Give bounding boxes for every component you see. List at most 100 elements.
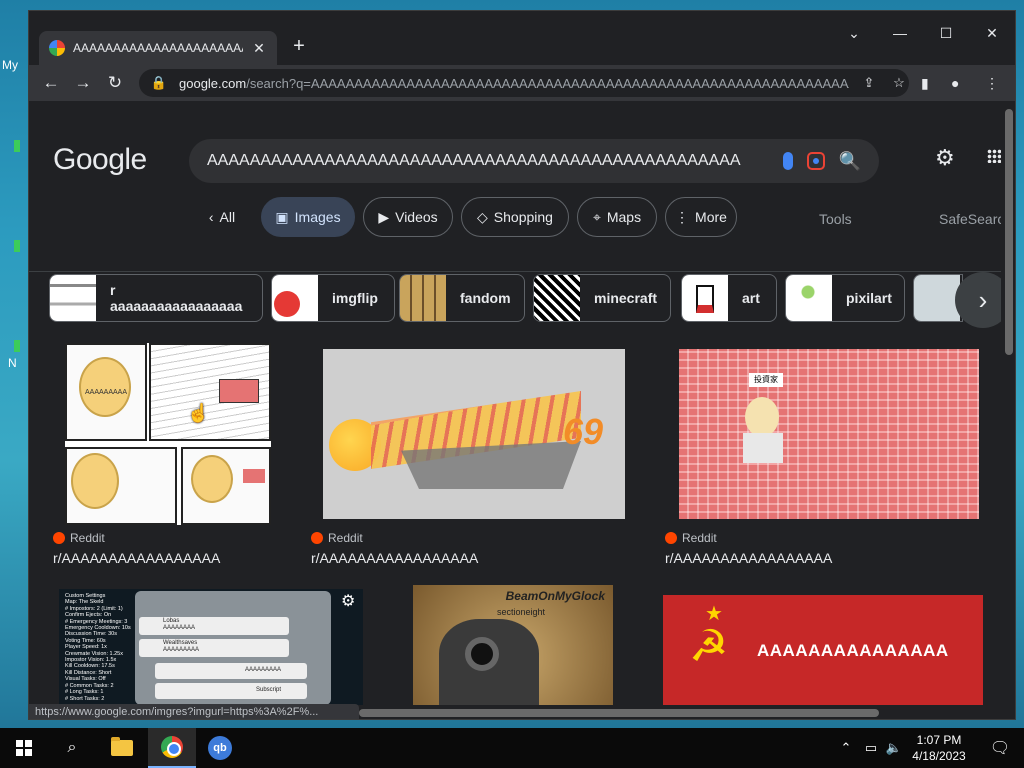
search-input[interactable]: AAAAAAAAAAAAAAAAAAAAAAAAAAAAAAAAAAAAAAAA… bbox=[207, 152, 769, 170]
qbittorrent-taskbar-button[interactable]: qb bbox=[198, 728, 242, 768]
chat-message: Subscript bbox=[255, 687, 281, 693]
title-bar: AAAAAAAAAAAAAAAAAAAAAAAAAAAA ✕ + ⌄ — ☐ ✕ bbox=[29, 11, 1015, 69]
side-panel-icon[interactable]: ▮ bbox=[921, 65, 929, 101]
tab-label: Images bbox=[294, 209, 341, 225]
suggestion-label: art bbox=[742, 290, 760, 306]
tab-images[interactable]: ▣ Images bbox=[261, 197, 355, 237]
google-apps-icon[interactable] bbox=[987, 149, 1001, 163]
new-tab-button[interactable]: + bbox=[287, 35, 311, 58]
suggestion-label: r aaaaaaaaaaaaaaaaa bbox=[110, 282, 243, 314]
reload-button[interactable]: ↻ bbox=[99, 67, 131, 99]
result-image[interactable]: AAAAAAAAA bbox=[65, 343, 271, 525]
result-title[interactable]: r/AAAAAAAAAAAAAAAAA bbox=[311, 550, 478, 566]
google-logo[interactable]: Google bbox=[53, 143, 147, 177]
hammer-sickle-icon: ☭ bbox=[689, 622, 729, 671]
vertical-scrollbar[interactable] bbox=[1001, 101, 1015, 705]
share-icon[interactable]: ⇪ bbox=[859, 75, 879, 91]
result-image[interactable]: BeamOnMyGlock sectioneight bbox=[413, 585, 613, 705]
tab-all[interactable]: ‹ All bbox=[197, 197, 247, 237]
address-bar[interactable]: 🔒 google.com/search?q=AAAAAAAAAAAAAAAAAA… bbox=[139, 69, 909, 97]
suggestion-chip[interactable]: art bbox=[681, 274, 777, 322]
game-settings-text: Custom Settings Map: The Skeld # Impostors… bbox=[65, 593, 145, 702]
result-image[interactable]: Custom Settings Map: The Skeld # Impostors… bbox=[59, 589, 363, 705]
scrollbar-thumb[interactable] bbox=[1005, 109, 1013, 355]
bookmark-star-icon[interactable]: ☆ bbox=[889, 75, 909, 91]
suggestion-label: pixilart bbox=[846, 290, 892, 306]
browser-tab[interactable]: AAAAAAAAAAAAAAAAAAAAAAAAAAAA ✕ bbox=[39, 31, 277, 65]
suggestion-chip[interactable]: r aaaaaaaaaaaaaaaaa bbox=[49, 274, 263, 322]
desktop-icon bbox=[14, 340, 20, 352]
desktop-icon bbox=[14, 240, 20, 252]
tab-videos[interactable]: ▶ Videos bbox=[363, 197, 453, 237]
system-clock[interactable]: 1:07 PM 4/18/2023 bbox=[904, 732, 974, 764]
suggestion-chip[interactable]: pixilart bbox=[785, 274, 905, 322]
search-icon[interactable]: ⌕ bbox=[50, 728, 94, 768]
back-button[interactable]: ← bbox=[35, 67, 67, 99]
tab-search-icon[interactable]: ⌄ bbox=[839, 25, 869, 42]
tab-label: Maps bbox=[606, 209, 642, 225]
result-source[interactable]: Reddit bbox=[311, 531, 363, 545]
balloon-text: AAAAAAAAA bbox=[85, 389, 128, 396]
forward-button[interactable]: → bbox=[67, 67, 99, 99]
lock-icon[interactable]: 🔒 bbox=[149, 75, 169, 91]
chat-message: AAAAAAAAA bbox=[163, 647, 200, 653]
close-window-button[interactable]: ✕ bbox=[977, 25, 1007, 42]
suggestion-thumbnail bbox=[272, 275, 318, 321]
reddit-icon bbox=[665, 532, 677, 544]
tab-label: Shopping bbox=[493, 209, 553, 225]
suggestion-thumbnail bbox=[534, 275, 580, 321]
safesearch-button[interactable]: SafeSearch bbox=[939, 211, 1001, 227]
menu-kebab-icon[interactable]: ⋮ bbox=[985, 65, 999, 101]
search-icon[interactable]: 🔍 bbox=[839, 151, 861, 172]
settings-gear-icon[interactable]: ⚙ bbox=[935, 145, 955, 171]
network-icon[interactable]: ▭ bbox=[860, 728, 882, 768]
google-lens-icon[interactable] bbox=[806, 152, 825, 170]
volume-icon[interactable]: 🔈 bbox=[884, 728, 904, 768]
start-button[interactable] bbox=[0, 728, 48, 768]
chevron-up-icon[interactable]: ⌃ bbox=[836, 728, 856, 768]
result-image[interactable]: 69 bbox=[323, 349, 625, 519]
result-source[interactable]: Reddit bbox=[665, 531, 717, 545]
suggestion-chip[interactable]: imgflip bbox=[271, 274, 395, 322]
address-url[interactable]: google.com/search?q=AAAAAAAAAAAAAAAAAAAA… bbox=[179, 76, 849, 91]
suggestion-label: fandom bbox=[460, 290, 511, 306]
status-url: https://www.google.com/imgres?imgurl=htt… bbox=[29, 704, 359, 719]
tab-shopping[interactable]: ◇ Shopping bbox=[461, 197, 569, 237]
result-image[interactable]: ★ ☭ AAAAAAAAAAAAAAA bbox=[663, 595, 983, 705]
result-source[interactable]: Reddit bbox=[53, 531, 105, 545]
result-title[interactable]: r/AAAAAAAAAAAAAAAAA bbox=[53, 550, 220, 566]
profile-icon[interactable]: ● bbox=[951, 65, 959, 101]
tab-label: Videos bbox=[395, 209, 438, 225]
flag-text: AAAAAAAAAAAAAAA bbox=[757, 641, 949, 660]
tab-close-icon[interactable]: ✕ bbox=[251, 40, 267, 57]
back-chevron-icon: ‹ bbox=[208, 209, 214, 225]
chat-message: AAAAAAAAA bbox=[244, 667, 281, 673]
tab-maps[interactable]: ⌖ Maps bbox=[577, 197, 657, 237]
game-setting-line: # Short Tasks: 2 bbox=[65, 695, 105, 702]
maximize-button[interactable]: ☐ bbox=[931, 25, 961, 42]
search-nav-tabs: ‹ All ▣ Images ▶ Videos ◇ Shopping ⌖ Maps ⋮ Mo… bbox=[29, 197, 1001, 237]
file-explorer-button[interactable] bbox=[100, 728, 144, 768]
search-box[interactable]: AAAAAAAAAAAAAAAAAAAAAAAAAAAAAAAAAAAAAAAA… bbox=[189, 139, 879, 183]
microphone-icon[interactable] bbox=[782, 152, 793, 170]
tab-more[interactable]: ⋮ More bbox=[665, 197, 737, 237]
reddit-icon bbox=[311, 532, 323, 544]
result-image[interactable]: 投資家 bbox=[679, 349, 979, 519]
suggestion-chip[interactable]: fandom bbox=[399, 274, 525, 322]
source-label: Reddit bbox=[70, 531, 105, 545]
browser-window: AAAAAAAAAAAAAAAAAAAAAAAAAAAA ✕ + ⌄ — ☐ ✕… bbox=[28, 10, 1016, 720]
overlay-title: BeamOnMyGlock bbox=[505, 589, 605, 603]
result-title[interactable]: r/AAAAAAAAAAAAAAAAA bbox=[665, 550, 832, 566]
sign-text: 投資家 bbox=[749, 373, 783, 387]
suggestion-thumbnail bbox=[400, 275, 446, 321]
suggestion-chip[interactable]: minecraft bbox=[533, 274, 671, 322]
tab-label: All bbox=[219, 209, 236, 225]
desktop-icon bbox=[14, 140, 20, 152]
notification-icon[interactable]: 🗨 bbox=[980, 728, 1020, 768]
horizontal-scrollbar[interactable] bbox=[359, 705, 999, 719]
tools-button[interactable]: Tools bbox=[819, 211, 852, 227]
scrollbar-thumb[interactable] bbox=[359, 709, 879, 717]
minimize-button[interactable]: — bbox=[885, 25, 915, 41]
chrome-taskbar-button[interactable] bbox=[148, 728, 196, 768]
source-label: Reddit bbox=[328, 531, 363, 545]
